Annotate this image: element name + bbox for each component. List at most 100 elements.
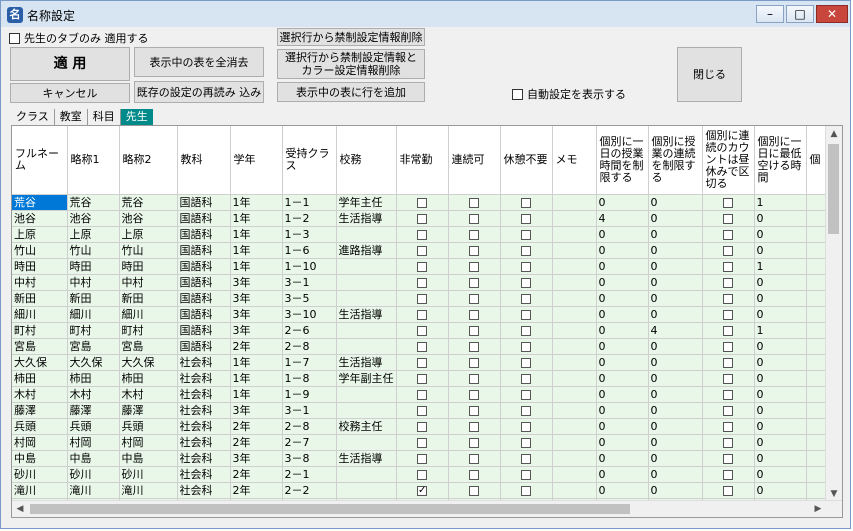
row-checkbox[interactable] — [417, 437, 427, 448]
cell-cls[interactable]: 2－1 — [282, 466, 337, 483]
row-checkbox[interactable] — [469, 453, 479, 464]
cell-p[interactable] — [396, 402, 449, 419]
row-checkbox[interactable] — [469, 213, 479, 224]
cell-c[interactable] — [448, 434, 501, 451]
cell-a1[interactable]: 柿田 — [67, 370, 120, 387]
cell-lunch[interactable] — [702, 258, 755, 275]
cell-grade[interactable]: 2年 — [230, 338, 283, 355]
cell-gap[interactable]: 0 — [754, 402, 807, 419]
row-checkbox[interactable] — [469, 389, 479, 400]
cell-a1[interactable]: 村岡 — [67, 434, 120, 451]
cell-p[interactable] — [396, 338, 449, 355]
cell-subject[interactable]: 社会科 — [177, 418, 231, 435]
cell-grade[interactable]: 3年 — [230, 450, 283, 467]
cell-gap[interactable]: 0 — [754, 338, 807, 355]
cell-name[interactable]: 村岡 — [12, 434, 68, 451]
row-checkbox[interactable] — [723, 293, 733, 304]
cell-gap[interactable]: 0 — [754, 290, 807, 307]
row-checkbox[interactable] — [723, 437, 733, 448]
cell-subject[interactable]: 国語科 — [177, 226, 231, 243]
cell-a2[interactable]: 兵頭 — [119, 418, 178, 435]
cell-c[interactable] — [448, 194, 501, 211]
cell-a2[interactable]: 町村 — [119, 322, 178, 339]
row-checkbox[interactable] — [417, 261, 427, 272]
table-row[interactable]: 木村 木村 木村 社会科 1年 1－9 0 0 0 — [12, 386, 837, 403]
cell-r[interactable] — [500, 194, 553, 211]
cell-c[interactable] — [448, 338, 501, 355]
cell-p[interactable] — [396, 258, 449, 275]
show-auto-option[interactable]: 自動設定を表示する — [512, 86, 626, 102]
cell-gap[interactable]: 1 — [754, 194, 807, 211]
cell-lunch[interactable] — [702, 194, 755, 211]
cell-memo[interactable] — [552, 466, 597, 483]
cell-memo[interactable] — [552, 290, 597, 307]
column-header[interactable]: 個別に一日の授業時間を制限する — [596, 126, 649, 195]
cell-a2[interactable]: 宮島 — [119, 338, 178, 355]
row-checkbox[interactable] — [521, 197, 531, 208]
row-checkbox[interactable] — [723, 309, 733, 320]
cell-r[interactable] — [500, 370, 553, 387]
cell-a2[interactable]: 藤澤 — [119, 402, 178, 419]
cell-name[interactable]: 中村 — [12, 274, 68, 291]
cell-c[interactable] — [448, 386, 501, 403]
row-checkbox[interactable] — [417, 389, 427, 400]
cell-duty[interactable] — [336, 386, 397, 403]
row-checkbox[interactable] — [417, 309, 427, 320]
cell-r[interactable] — [500, 386, 553, 403]
cell-cls[interactable]: 3－1 — [282, 402, 337, 419]
cell-a1[interactable]: 藤澤 — [67, 402, 120, 419]
cell-a2[interactable]: 中島 — [119, 450, 178, 467]
table-row[interactable]: 上原 上原 上原 国語科 1年 1－3 0 0 0 — [12, 226, 837, 243]
cell-r[interactable] — [500, 482, 553, 499]
cell-gap[interactable]: 0 — [754, 434, 807, 451]
cell-grade[interactable]: 3年 — [230, 322, 283, 339]
cell-c[interactable] — [448, 210, 501, 227]
cell-lim[interactable]: 0 — [596, 450, 649, 467]
close-button[interactable]: 閉じる — [677, 47, 742, 102]
row-checkbox[interactable] — [521, 325, 531, 336]
cell-p[interactable] — [396, 210, 449, 227]
cell-cont[interactable]: 0 — [648, 194, 703, 211]
scroll-right-arrow-icon[interactable]: ▶ — [810, 501, 826, 517]
row-checkbox[interactable] — [417, 453, 427, 464]
cell-grade[interactable]: 1年 — [230, 210, 283, 227]
cell-c[interactable] — [448, 322, 501, 339]
cell-a2[interactable]: 木村 — [119, 386, 178, 403]
row-checkbox[interactable] — [417, 293, 427, 304]
table-row[interactable]: 中島 中島 中島 社会科 3年 3－8 生活指導 0 0 0 — [12, 450, 837, 467]
cell-grade[interactable]: 1年 — [230, 242, 283, 259]
cell-cls[interactable]: 3－5 — [282, 290, 337, 307]
cell-cont[interactable]: 0 — [648, 386, 703, 403]
cell-a2[interactable]: 砂川 — [119, 466, 178, 483]
row-checkbox[interactable] — [521, 341, 531, 352]
cell-lunch[interactable] — [702, 226, 755, 243]
cell-c[interactable] — [448, 450, 501, 467]
cell-lim[interactable]: 0 — [596, 274, 649, 291]
cell-duty[interactable]: 生活指導 — [336, 354, 397, 371]
row-checkbox[interactable] — [521, 261, 531, 272]
cell-lunch[interactable] — [702, 242, 755, 259]
cell-p[interactable] — [396, 418, 449, 435]
row-checkbox[interactable] — [521, 213, 531, 224]
cell-p[interactable] — [396, 482, 449, 499]
cell-a1[interactable]: 中村 — [67, 274, 120, 291]
cell-lim[interactable]: 0 — [596, 306, 649, 323]
cell-lunch[interactable] — [702, 386, 755, 403]
column-header[interactable]: 教科 — [177, 126, 231, 195]
horizontal-scroll-thumb[interactable] — [30, 504, 630, 514]
cell-lunch[interactable] — [702, 322, 755, 339]
cell-duty[interactable] — [336, 322, 397, 339]
clear-all-button[interactable]: 表示中の表を全消去 — [134, 47, 264, 77]
delete-restriction-color-button[interactable]: 選択行から禁制設定情報と カラー設定情報削除 — [277, 49, 425, 79]
row-checkbox[interactable] — [521, 245, 531, 256]
row-checkbox[interactable] — [723, 389, 733, 400]
row-checkbox[interactable] — [723, 245, 733, 256]
cell-duty[interactable] — [336, 338, 397, 355]
cell-name[interactable]: 大久保 — [12, 354, 68, 371]
row-checkbox[interactable] — [521, 309, 531, 320]
cell-grade[interactable]: 1年 — [230, 226, 283, 243]
row-checkbox[interactable] — [723, 373, 733, 384]
cell-lim[interactable]: 0 — [596, 242, 649, 259]
title-bar[interactable]: 名 名称設定 – □ ✕ — [1, 1, 850, 27]
cell-lunch[interactable] — [702, 466, 755, 483]
